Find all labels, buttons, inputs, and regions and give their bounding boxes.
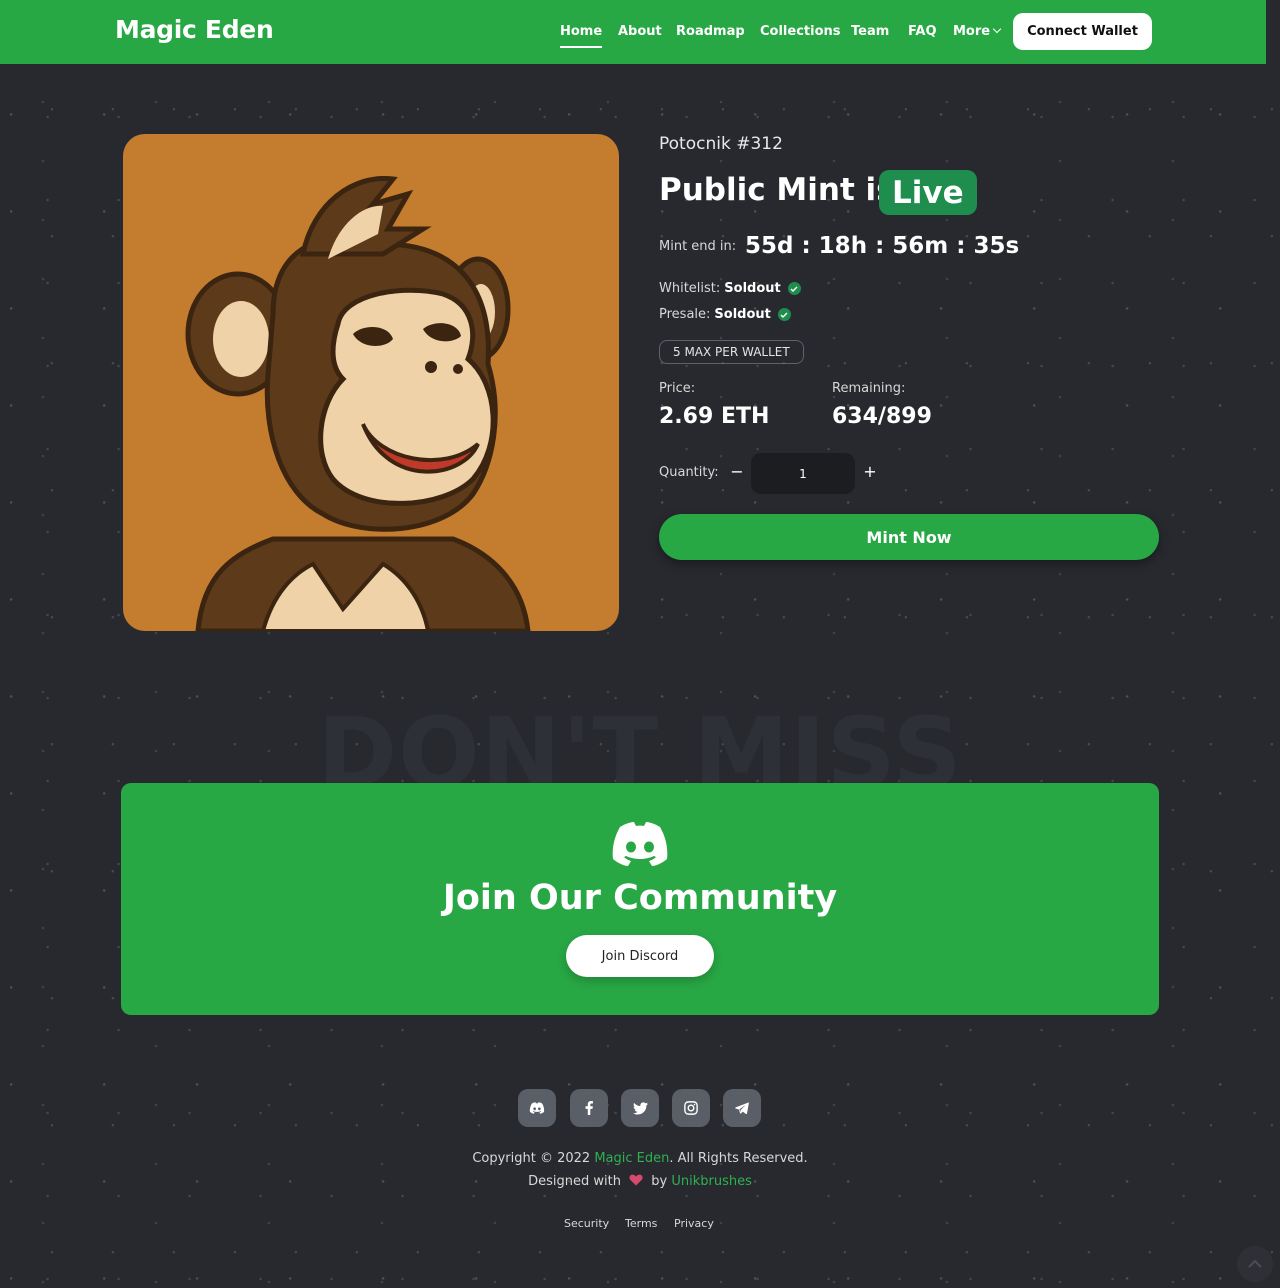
community-title: Join Our Community — [442, 878, 838, 918]
countdown-timer: 55d : 18h : 56m : 35s — [745, 233, 1020, 259]
nav-roadmap[interactable]: Roadmap — [676, 24, 745, 44]
join-discord-button[interactable]: Join Discord — [566, 935, 714, 977]
copyright-suffix: . All Rights Reserved. — [669, 1151, 808, 1166]
quantity-label: Quantity: — [659, 465, 719, 480]
designed-prefix: Designed with — [528, 1174, 621, 1189]
whitelist-status: Soldout — [724, 281, 781, 296]
scroll-to-top-button[interactable] — [1237, 1246, 1273, 1282]
mint-end-label: Mint end in: — [659, 239, 737, 254]
nav-team[interactable]: Team — [851, 24, 889, 44]
monkey-illustration — [185, 175, 531, 631]
price-value: 2.69 ETH — [659, 404, 770, 429]
telegram-social-button[interactable] — [723, 1089, 761, 1127]
footer-link-security[interactable]: Security — [564, 1217, 609, 1230]
telegram-icon — [735, 1102, 749, 1114]
nav-more-label: More — [953, 24, 991, 39]
facebook-social-button[interactable] — [570, 1089, 608, 1127]
footer-link-terms[interactable]: Terms — [625, 1217, 657, 1230]
copyright-line: Copyright © 2022 Magic Eden. All Rights … — [0, 1151, 1280, 1166]
nav-about[interactable]: About — [618, 24, 662, 44]
collection-name: Potocnik #312 — [659, 134, 783, 154]
designed-with-line: Designed with by Unikbrushes — [0, 1174, 1280, 1189]
copyright-prefix: Copyright © 2022 — [472, 1151, 591, 1166]
discord-icon — [610, 821, 670, 867]
presale-label: Presale: — [659, 307, 711, 322]
community-banner: Join Our Community Join Discord — [121, 783, 1159, 1015]
designed-by: by — [651, 1174, 668, 1189]
instagram-social-button[interactable] — [672, 1089, 710, 1127]
chevron-down-icon — [992, 24, 1002, 34]
discord-social-button[interactable] — [518, 1089, 556, 1127]
quantity-decrease-button[interactable]: − — [730, 462, 744, 481]
whitelist-status-row: Whitelist: Soldout — [659, 281, 801, 296]
max-per-wallet-badge: 5 MAX PER WALLET — [659, 340, 804, 364]
check-icon — [787, 282, 801, 295]
whitelist-label: Whitelist: — [659, 281, 721, 296]
presale-status-row: Presale: Soldout — [659, 307, 791, 322]
mint-now-button[interactable]: Mint Now — [659, 514, 1159, 560]
designer-link[interactable]: Unikbrushes — [671, 1174, 752, 1189]
mint-title: Public Mint is — [659, 172, 895, 208]
remaining-label: Remaining: — [832, 381, 906, 396]
presale-status: Soldout — [714, 307, 771, 322]
quantity-increase-button[interactable]: + — [863, 462, 877, 481]
footer-link-privacy[interactable]: Privacy — [674, 1217, 714, 1230]
top-navbar: Magic Eden Home About Roadmap Collection… — [0, 0, 1266, 64]
copyright-brand-link[interactable]: Magic Eden — [594, 1151, 669, 1166]
price-label: Price: — [659, 381, 696, 396]
twitter-icon — [632, 1101, 648, 1114]
twitter-social-button[interactable] — [621, 1089, 659, 1127]
site-logo[interactable]: Magic Eden — [115, 15, 274, 44]
check-icon — [777, 308, 791, 321]
nav-more[interactable]: More — [953, 24, 1002, 44]
discord-icon — [529, 1102, 545, 1114]
chevron-up-icon — [1248, 1259, 1262, 1268]
connect-wallet-button[interactable]: Connect Wallet — [1013, 13, 1152, 50]
remaining-value: 634/899 — [832, 404, 932, 429]
nav-faq[interactable]: FAQ — [908, 24, 937, 44]
facebook-icon — [585, 1101, 593, 1115]
live-badge: Live — [879, 170, 977, 215]
nft-image — [123, 134, 619, 631]
instagram-icon — [684, 1101, 698, 1115]
quantity-input[interactable]: 1 — [751, 453, 855, 494]
nav-collections[interactable]: Collections — [760, 24, 841, 44]
nav-home[interactable]: Home — [560, 24, 603, 48]
heart-icon — [629, 1174, 643, 1186]
